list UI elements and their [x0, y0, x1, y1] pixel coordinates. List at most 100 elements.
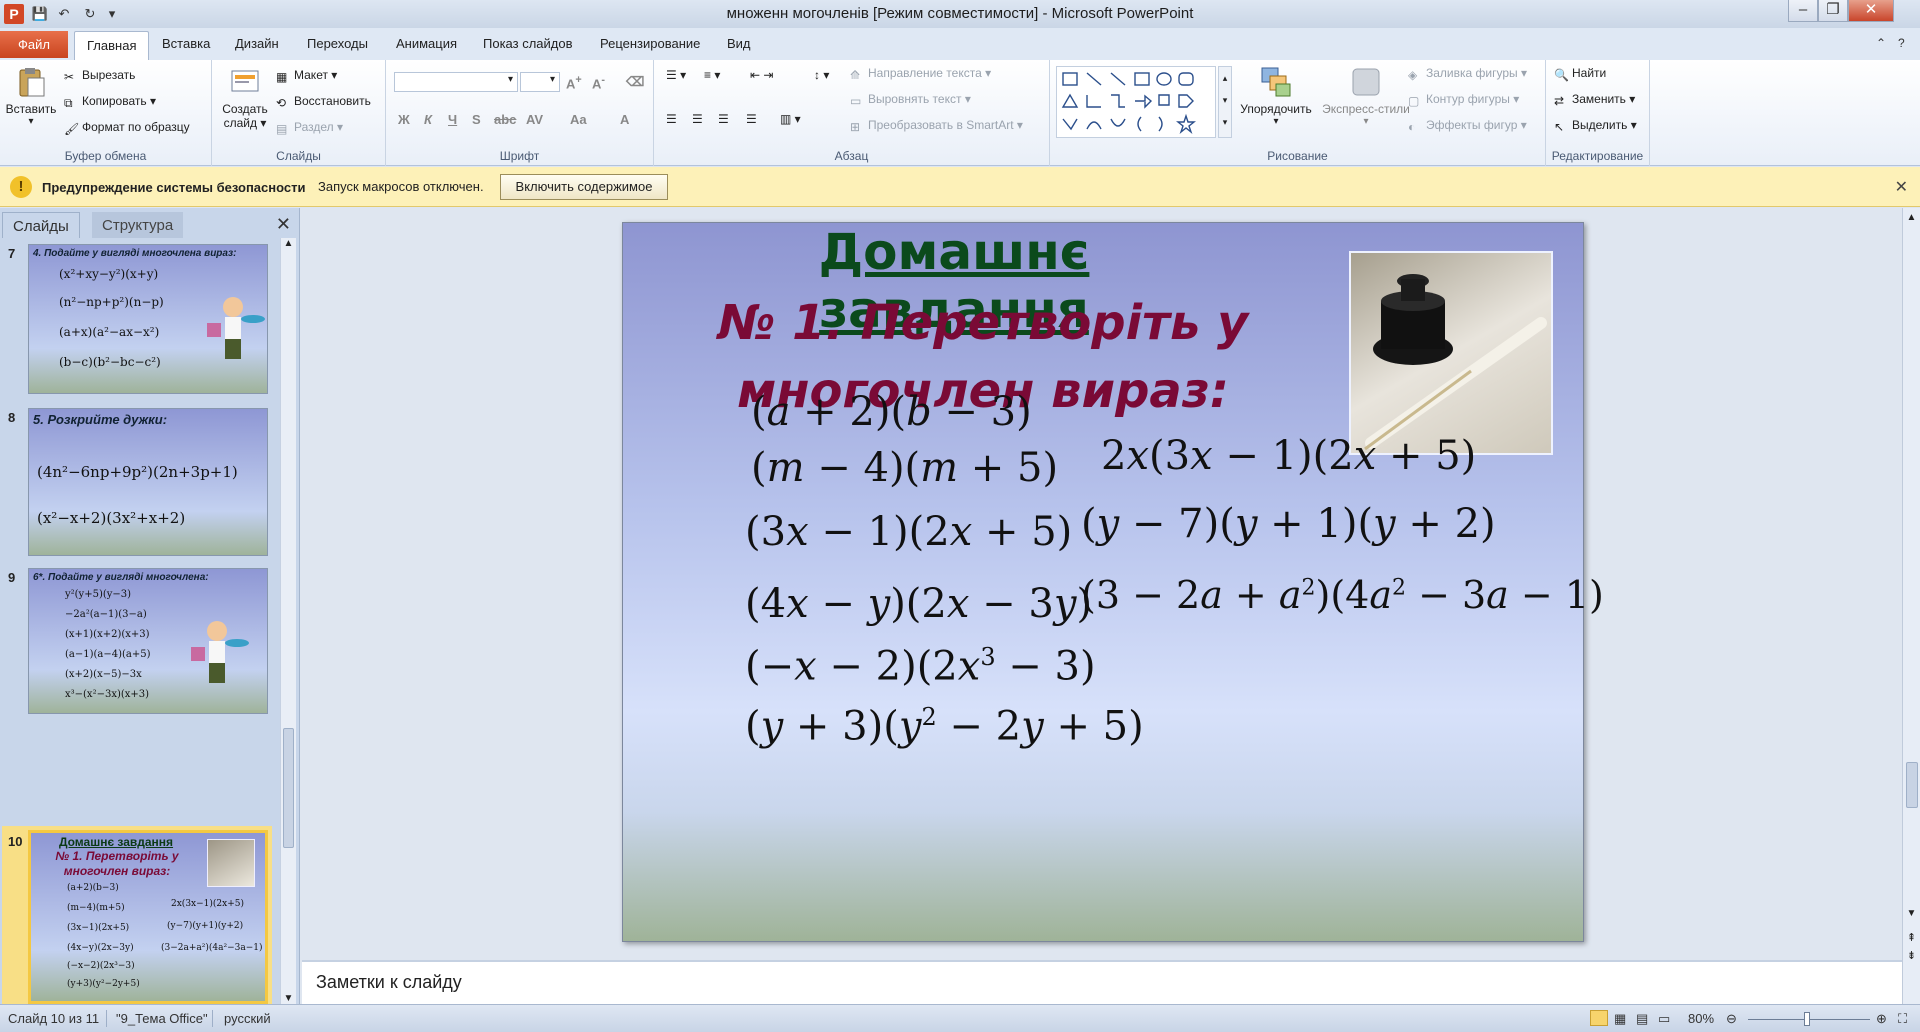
theme-name[interactable]: "9_Тема Office" [116, 1011, 208, 1026]
security-message: Запуск макросов отключен. [318, 179, 484, 194]
reset-button[interactable]: ⟲ Восстановить [276, 94, 371, 110]
select-button[interactable]: ↖ Выделить ▾ [1554, 118, 1637, 134]
justify-icon[interactable]: ☰ [746, 112, 757, 126]
align-center-icon[interactable]: ☰ [692, 112, 703, 126]
slide-10[interactable]: Домашнє завдання № 1. Перетворіть у мног… [622, 222, 1604, 942]
slideshow-view-icon[interactable]: ▭ [1658, 1011, 1670, 1027]
shrink-font-icon[interactable]: A- [592, 74, 605, 91]
replace-button[interactable]: ⇄ Заменить ▾ [1554, 92, 1635, 108]
slide-sorter-icon[interactable]: ▦ [1614, 1011, 1626, 1027]
shadow-icon[interactable]: S [472, 112, 481, 127]
slide-thumbnail-10[interactable]: Домашнє завдання № 1. Перетворіть у мног… [28, 830, 268, 1004]
zoom-slider-thumb[interactable] [1804, 1012, 1810, 1026]
fit-to-window-icon[interactable]: ⛶ [1898, 1011, 1907, 1027]
new-slide-button[interactable]: Создать слайд ▾ [216, 66, 274, 130]
underline-icon[interactable]: Ч [448, 112, 457, 127]
maximize-icon[interactable]: ❐ [1818, 0, 1848, 22]
arrange-button[interactable]: Упорядочить ▾ [1236, 66, 1316, 127]
change-case-icon[interactable]: Aa [570, 112, 587, 127]
paste-button[interactable]: Вставить ▾ [4, 66, 58, 127]
numbering-icon[interactable]: ≡ ▾ [704, 68, 720, 82]
help-icon[interactable]: ? [1898, 36, 1905, 50]
expression-8[interactable]: (y − 7)(y + 1)(y + 2) [1081, 501, 1496, 547]
prev-slide-icon[interactable]: ⇞ [1903, 932, 1920, 945]
font-color-icon[interactable]: A [620, 112, 629, 127]
tab-home[interactable]: Главная [74, 31, 150, 60]
expression-7[interactable]: 2x(3x − 1)(2x + 5) [1101, 433, 1476, 479]
slide-thumbnail-9[interactable]: 6*. Подайте у вигляді многочлена: y²(y+5… [28, 568, 268, 714]
shapes-gallery-scroll[interactable]: ▴ ▾ ▾ [1218, 66, 1232, 138]
notes-pane[interactable]: Заметки к слайду [302, 960, 1902, 1004]
bullets-icon[interactable]: ☰ ▾ [666, 68, 686, 82]
close-icon[interactable]: ✕ [1848, 0, 1894, 22]
tab-insert[interactable]: Вставка [162, 36, 210, 51]
expression-2[interactable]: (m − 4)(m + 5) [751, 445, 1058, 491]
font-size-select[interactable]: ▾ [520, 72, 560, 92]
scroll-thumb[interactable] [283, 728, 294, 848]
scroll-down-icon[interactable]: ▼ [1903, 908, 1920, 919]
slide-thumbnail-8[interactable]: 5. Розкрийте дужки: (4n²−6np+9p²)(2n+3p+… [28, 408, 268, 556]
minimize-icon[interactable]: – [1788, 0, 1818, 22]
expression-5[interactable]: (−x − 2)(2x3 − 3) [745, 643, 1096, 689]
slide-number: 7 [8, 246, 16, 261]
scroll-thumb[interactable] [1906, 762, 1918, 808]
zoom-in-icon[interactable]: ⊕ [1876, 1011, 1887, 1027]
reading-view-icon[interactable]: ▤ [1636, 1011, 1648, 1027]
shapes-gallery[interactable] [1056, 66, 1216, 138]
close-pane-icon[interactable]: ✕ [276, 214, 291, 235]
tab-slides[interactable]: Слайды [2, 212, 80, 238]
format-painter-button[interactable]: 🖌 Формат по образцу [64, 120, 190, 136]
canvas-scrollbar[interactable]: ▲ ▼ ⇞ ⇟ [1902, 208, 1920, 1004]
tab-design[interactable]: Дизайн [235, 36, 279, 51]
inkwell-quill-photo[interactable] [1349, 251, 1553, 455]
strikethrough-icon[interactable]: abc [494, 112, 516, 127]
scroll-up-icon[interactable]: ▲ [1903, 212, 1920, 223]
close-icon[interactable]: ✕ [1895, 177, 1908, 197]
language-indicator[interactable]: русский [224, 1011, 271, 1026]
quick-styles-button[interactable]: Экспресс-стили ▾ [1318, 66, 1414, 127]
italic-icon[interactable]: К [424, 112, 432, 127]
align-left-icon[interactable]: ☰ [666, 112, 677, 126]
indent-icon[interactable]: ⇤ ⇥ [750, 68, 773, 82]
tab-file[interactable]: Файл [0, 31, 68, 58]
expression-4[interactable]: (4x − y)(2x − 3y) [745, 581, 1092, 627]
clear-format-icon[interactable]: ⌫ [626, 74, 644, 90]
expression-6[interactable]: (y + 3)(y2 − 2y + 5) [745, 703, 1144, 749]
text-direction-button[interactable]: ⟰ Направление текста ▾ [850, 66, 991, 82]
tab-review[interactable]: Рецензирование [600, 36, 700, 51]
tab-animations[interactable]: Анимация [396, 36, 457, 51]
font-family-select[interactable]: ▾ [394, 72, 518, 92]
cut-button[interactable]: ✂ Вырезать [64, 68, 135, 84]
grow-font-icon[interactable]: A+ [566, 74, 582, 91]
shape-effects-button[interactable]: ◐ Эффекты фигур ▾ [1408, 118, 1527, 134]
tab-slideshow[interactable]: Показ слайдов [483, 36, 573, 51]
find-button[interactable]: 🔍 Найти [1554, 66, 1606, 82]
slides-pane-scrollbar[interactable]: ▲ ▼ [280, 238, 296, 1004]
ribbon-collapse-icon[interactable]: ⌃ [1876, 36, 1886, 50]
enable-content-button[interactable]: Включить содержимое [500, 174, 668, 200]
align-right-icon[interactable]: ☰ [718, 112, 729, 126]
layout-button[interactable]: ▦ Макет ▾ [276, 68, 337, 84]
normal-view-icon[interactable] [1590, 1010, 1608, 1026]
shape-outline-button[interactable]: ▢ Контур фигуры ▾ [1408, 92, 1519, 108]
shape-fill-button[interactable]: ◈ Заливка фигуры ▾ [1408, 66, 1527, 82]
convert-smartart-button[interactable]: ⊞ Преобразовать в SmartArt ▾ [850, 118, 1023, 134]
zoom-level[interactable]: 80% [1688, 1011, 1714, 1026]
align-text-button[interactable]: ▭ Выровнять текст ▾ [850, 92, 971, 108]
section-button[interactable]: ▤ Раздел ▾ [276, 120, 343, 136]
tab-outline[interactable]: Структура [92, 212, 184, 238]
expression-3[interactable]: (3x − 1)(2x + 5) [745, 509, 1072, 555]
char-spacing-icon[interactable]: AV [526, 112, 543, 127]
thumb-heading: Домашнє завдання [58, 835, 174, 849]
slide-thumbnail-7[interactable]: 4. Подайте у вигляді многочлена вираз: (… [28, 244, 268, 394]
expression-9[interactable]: (3 − 2a + a2)(4a2 − 3a − 1) [1081, 573, 1604, 617]
copy-button[interactable]: ⧉ Копировать ▾ [64, 94, 156, 110]
expression-1[interactable]: (a + 2)(b − 3) [751, 389, 1032, 435]
bold-icon[interactable]: Ж [398, 112, 410, 127]
tab-view[interactable]: Вид [727, 36, 751, 51]
line-spacing-icon[interactable]: ↕ ▾ [814, 68, 829, 82]
tab-transitions[interactable]: Переходы [307, 36, 368, 51]
next-slide-icon[interactable]: ⇟ [1903, 950, 1920, 963]
zoom-out-icon[interactable]: ⊖ [1726, 1011, 1737, 1027]
columns-icon[interactable]: ▥ ▾ [780, 112, 801, 126]
